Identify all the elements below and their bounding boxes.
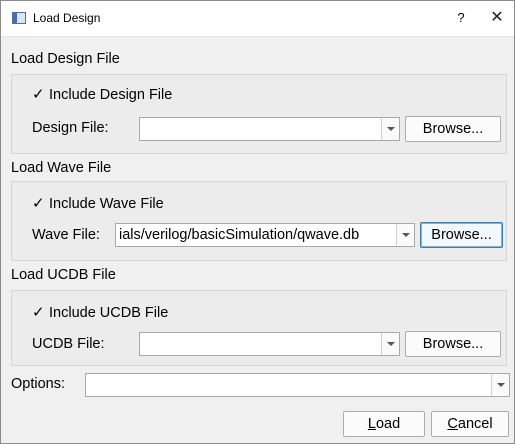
cancel-label-rest: ancel bbox=[457, 416, 493, 432]
wave-file-label: Wave File: bbox=[32, 227, 100, 243]
ucdb-file-combo[interactable] bbox=[139, 332, 400, 356]
include-design-label: Include Design File bbox=[49, 87, 173, 103]
load-label-rest: oad bbox=[375, 416, 401, 432]
design-section-title: Load Design File bbox=[11, 51, 120, 67]
design-group: ✓ Include Design File Design File: Browse… bbox=[11, 74, 507, 154]
include-wave-label: Include Wave File bbox=[49, 196, 164, 212]
wave-file-combo[interactable]: ials/verilog/basicSimulation/qwave.db bbox=[115, 223, 415, 247]
wave-browse-button[interactable]: Browse... bbox=[420, 222, 503, 248]
wave-section-title: Load Wave File bbox=[11, 160, 112, 176]
include-ucdb-label: Include UCDB File bbox=[49, 305, 169, 321]
load-design-dialog: Load Design ? ✕ Load Design File ✓ Includ… bbox=[0, 0, 515, 444]
options-combo[interactable] bbox=[85, 373, 510, 397]
include-ucdb-checkbox[interactable]: ✓ Include UCDB File bbox=[32, 303, 168, 321]
window-icon bbox=[12, 12, 26, 24]
chevron-down-icon[interactable] bbox=[396, 224, 414, 246]
window-title: Load Design bbox=[33, 11, 101, 25]
ucdb-file-label: UCDB File: bbox=[32, 336, 105, 352]
chevron-down-icon[interactable] bbox=[381, 118, 399, 140]
ucdb-group: ✓ Include UCDB File UCDB File: Browse... bbox=[11, 290, 507, 366]
options-label: Options: bbox=[11, 376, 65, 392]
ucdb-browse-button[interactable]: Browse... bbox=[405, 331, 501, 357]
load-mnemonic: L bbox=[367, 416, 376, 432]
design-browse-button[interactable]: Browse... bbox=[405, 116, 501, 142]
include-wave-checkbox[interactable]: ✓ Include Wave File bbox=[32, 194, 164, 212]
close-button[interactable]: ✕ bbox=[485, 7, 509, 29]
help-button[interactable]: ? bbox=[449, 7, 473, 29]
load-button[interactable]: Load bbox=[343, 411, 425, 437]
check-icon: ✓ bbox=[32, 195, 45, 212]
cancel-mnemonic: C bbox=[447, 416, 458, 432]
design-file-combo[interactable] bbox=[139, 117, 400, 141]
design-file-label: Design File: bbox=[32, 120, 109, 136]
chevron-down-icon[interactable] bbox=[381, 333, 399, 355]
check-icon: ✓ bbox=[32, 304, 45, 321]
ucdb-section-title: Load UCDB File bbox=[11, 267, 116, 283]
wave-file-value: ials/verilog/basicSimulation/qwave.db bbox=[119, 227, 360, 243]
wave-group: ✓ Include Wave File Wave File: ials/veril… bbox=[11, 181, 507, 261]
check-icon: ✓ bbox=[32, 86, 45, 103]
cancel-button[interactable]: Cancel bbox=[431, 411, 509, 437]
title-bar: Load Design ? ✕ bbox=[1, 1, 514, 37]
chevron-down-icon[interactable] bbox=[491, 374, 509, 396]
include-design-checkbox[interactable]: ✓ Include Design File bbox=[32, 85, 172, 103]
